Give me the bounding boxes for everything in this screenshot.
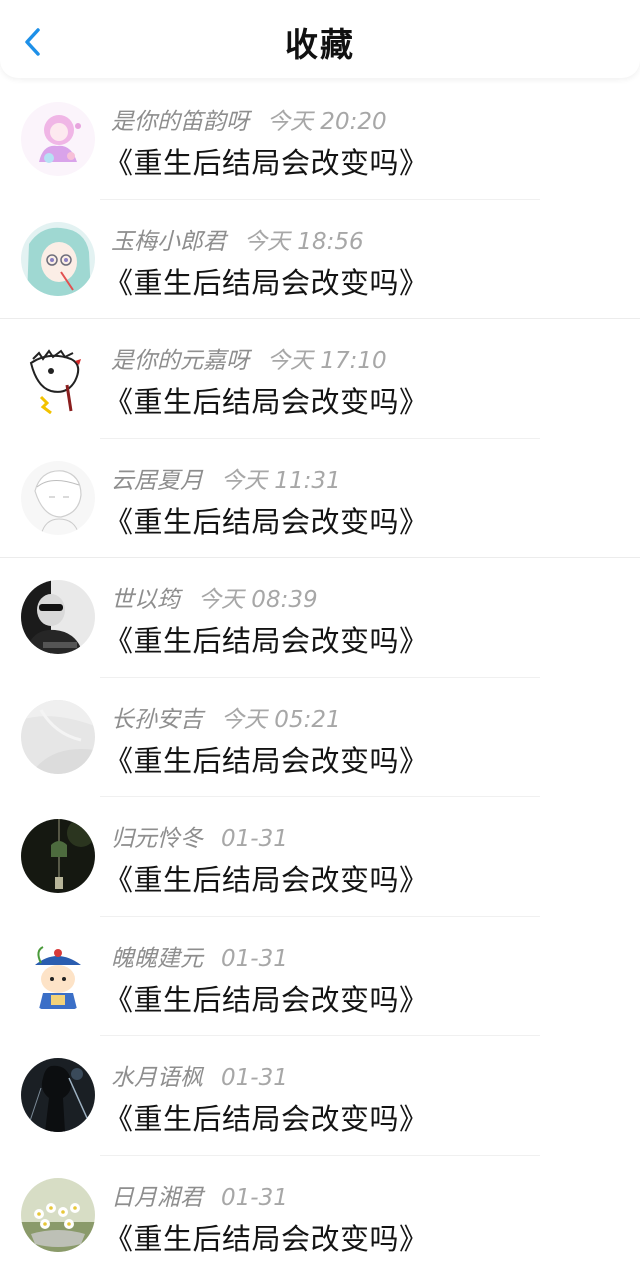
work-title[interactable]: 《重生后结局会改变吗》 — [104, 857, 429, 899]
timestamp: 01-31 — [221, 826, 288, 852]
item-meta: 长孙安吉今天 05:21 — [111, 700, 341, 734]
username[interactable]: 是你的笛韵呀 — [111, 109, 249, 135]
avatar — [21, 939, 95, 1013]
list-item[interactable]: 云居夏月今天 11:31 《重生后结局会改变吗》 — [0, 439, 640, 559]
list-item[interactable]: 日月湘君 01-31 《重生后结局会改变吗》 — [0, 1156, 640, 1275]
username[interactable]: 是你的元嘉呀 — [111, 348, 249, 374]
grey-texture-avatar — [21, 700, 95, 774]
timestamp: 今天 18:56 — [244, 229, 364, 255]
timestamp: 01-31 — [221, 946, 288, 972]
item-meta: 世以筠今天 08:39 — [111, 580, 318, 614]
avatar — [21, 102, 95, 176]
work-title[interactable]: 《重生后结局会改变吗》 — [104, 618, 429, 660]
username[interactable]: 云居夏月 — [111, 468, 203, 494]
work-title[interactable]: 《重生后结局会改变吗》 — [104, 738, 429, 780]
item-meta: 归元怜冬 01-31 — [111, 819, 288, 853]
list-item[interactable]: 长孙安吉今天 05:21 《重生后结局会改变吗》 — [0, 678, 640, 798]
timestamp: 今天 17:10 — [267, 348, 387, 374]
favorites-list: 是你的笛韵呀今天 20:20 《重生后结局会改变吗》 玉梅小郎君今天 18:56… — [0, 80, 640, 1275]
timestamp: 01-31 — [221, 1185, 288, 1211]
work-title[interactable]: 《重生后结局会改变吗》 — [104, 140, 429, 182]
top-bar: 收藏 — [0, 0, 640, 78]
cartoon-bird-sketch-avatar — [21, 341, 95, 415]
work-title[interactable]: 《重生后结局会改变吗》 — [104, 1096, 429, 1138]
list-item[interactable]: 世以筠今天 08:39 《重生后结局会改变吗》 — [0, 558, 640, 678]
anime-teal-hair-glasses-avatar — [21, 222, 95, 296]
timestamp: 今天 20:20 — [267, 109, 387, 135]
item-meta: 魄魄建元 01-31 — [111, 939, 288, 973]
list-item[interactable]: 魄魄建元 01-31 《重生后结局会改变吗》 — [0, 917, 640, 1037]
avatar — [21, 819, 95, 893]
list-item[interactable]: 玉梅小郎君今天 18:56 《重生后结局会改变吗》 — [0, 200, 640, 320]
black-white-photo-avatar — [21, 580, 95, 654]
username[interactable]: 世以筠 — [111, 587, 180, 613]
work-title[interactable]: 《重生后结局会改变吗》 — [104, 977, 429, 1019]
work-title[interactable]: 《重生后结局会改变吗》 — [104, 499, 429, 541]
username[interactable]: 日月湘君 — [111, 1185, 203, 1211]
work-title[interactable]: 《重生后结局会改变吗》 — [104, 379, 429, 421]
username[interactable]: 归元怜冬 — [111, 826, 203, 852]
username[interactable]: 玉梅小郎君 — [111, 229, 226, 255]
username[interactable]: 长孙安吉 — [111, 707, 203, 733]
list-item[interactable]: 归元怜冬 01-31 《重生后结局会改变吗》 — [0, 797, 640, 917]
list-item[interactable]: 水月语枫 01-31 《重生后结局会改变吗》 — [0, 1036, 640, 1156]
item-meta: 水月语枫 01-31 — [111, 1058, 288, 1092]
item-meta: 日月湘君 01-31 — [111, 1178, 288, 1212]
anime-pink-character-avatar — [21, 102, 95, 176]
avatar — [21, 461, 95, 535]
timestamp: 01-31 — [221, 1065, 288, 1091]
timestamp: 今天 05:21 — [221, 707, 341, 733]
work-title[interactable]: 《重生后结局会改变吗》 — [104, 260, 429, 302]
timestamp: 今天 08:39 — [198, 587, 318, 613]
item-meta: 云居夏月今天 11:31 — [111, 461, 341, 495]
dark-figure-avatar — [21, 1058, 95, 1132]
white-flowers-avatar — [21, 1178, 95, 1252]
list-item[interactable]: 是你的笛韵呀今天 20:20 《重生后结局会改变吗》 — [0, 80, 640, 200]
list-item[interactable]: 是你的元嘉呀今天 17:10 《重生后结局会改变吗》 — [0, 319, 640, 439]
avatar — [21, 580, 95, 654]
username[interactable]: 魄魄建元 — [111, 946, 203, 972]
item-meta: 是你的笛韵呀今天 20:20 — [111, 102, 387, 136]
username[interactable]: 水月语枫 — [111, 1065, 203, 1091]
timestamp: 今天 11:31 — [221, 468, 341, 494]
avatar — [21, 222, 95, 296]
avatar — [21, 700, 95, 774]
pencil-sketch-boy-avatar — [21, 461, 95, 535]
avatar — [21, 341, 95, 415]
item-meta: 是你的元嘉呀今天 17:10 — [111, 341, 387, 375]
avatar — [21, 1178, 95, 1252]
avatar — [21, 1058, 95, 1132]
page-title: 收藏 — [0, 18, 640, 66]
work-title[interactable]: 《重生后结局会改变吗》 — [104, 1216, 429, 1258]
qing-official-cartoon-avatar — [21, 939, 95, 1013]
dark-wind-chime-avatar — [21, 819, 95, 893]
item-meta: 玉梅小郎君今天 18:56 — [111, 222, 364, 256]
